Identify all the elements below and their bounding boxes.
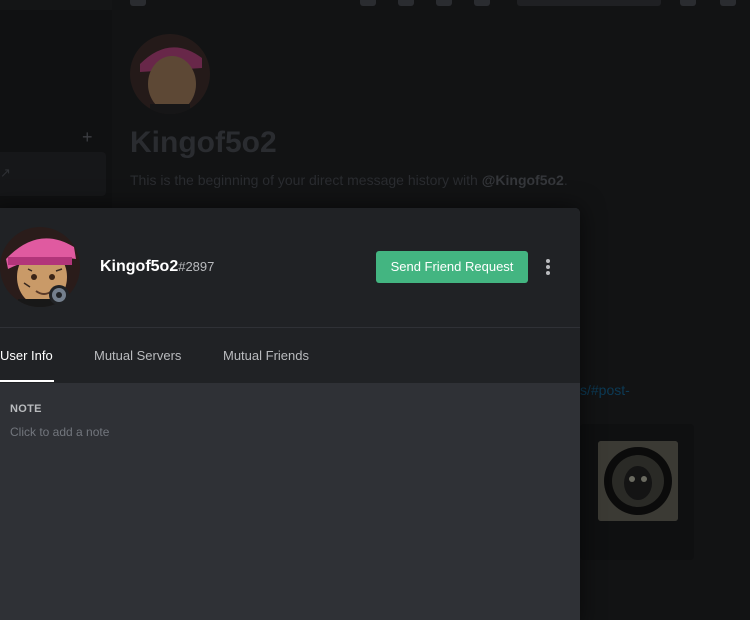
profile-tabs: User Info Mutual Servers Mutual Friends xyxy=(0,328,580,383)
tab-user-info[interactable]: User Info xyxy=(0,348,53,363)
send-friend-request-button[interactable]: Send Friend Request xyxy=(376,251,528,283)
add-member-icon[interactable] xyxy=(474,0,490,6)
message-link[interactable]: s/#post- xyxy=(580,382,630,398)
note-heading: NOTE xyxy=(10,403,42,415)
discriminator: #2897 xyxy=(178,259,215,274)
embed-thumbnail[interactable] xyxy=(598,441,678,521)
more-options-dot xyxy=(546,265,550,269)
status-indicator xyxy=(49,285,69,305)
dm-intro-end: . xyxy=(563,172,568,188)
video-icon[interactable] xyxy=(398,0,414,6)
dm-title: Kingof5o2 xyxy=(130,126,277,159)
user-profile-modal: Kingof5o2#2897 Send Friend Request User … xyxy=(0,208,580,620)
offline-status-icon xyxy=(52,288,66,302)
username: Kingof5o2 xyxy=(100,258,179,275)
dm-avatar xyxy=(130,34,210,114)
tab-mutual-servers[interactable]: Mutual Servers xyxy=(94,348,181,363)
sidebar-top-strip xyxy=(0,0,112,10)
more-options-icon[interactable] xyxy=(543,256,553,278)
inbox-icon[interactable] xyxy=(680,0,696,6)
dm-intro-text: This is the beginning of your direct mes… xyxy=(130,172,482,188)
more-options-dot xyxy=(546,259,550,263)
add-dm-icon[interactable]: + xyxy=(82,128,93,146)
chat-header xyxy=(112,0,750,8)
dm-list-item[interactable]: ↗ xyxy=(0,152,106,196)
more-options-dot xyxy=(546,271,550,275)
active-tab-indicator xyxy=(0,380,54,382)
profile-body: NOTE Click to add a note xyxy=(0,383,580,620)
at-icon xyxy=(130,0,146,6)
pin-icon[interactable] xyxy=(436,0,452,6)
call-icon[interactable] xyxy=(360,0,376,6)
dm-intro-mention: @Kingof5o2 xyxy=(481,172,564,188)
profile-header: Kingof5o2#2897 Send Friend Request User … xyxy=(0,208,580,383)
dm-intro: This is the beginning of your direct mes… xyxy=(130,172,568,188)
help-icon[interactable] xyxy=(720,0,736,6)
search-input[interactable] xyxy=(517,0,661,6)
profile-name: Kingof5o2#2897 xyxy=(100,258,214,276)
note-input[interactable]: Click to add a note xyxy=(10,425,109,439)
dm-list-item-icon: ↗ xyxy=(0,165,11,180)
tab-mutual-friends[interactable]: Mutual Friends xyxy=(223,348,309,363)
